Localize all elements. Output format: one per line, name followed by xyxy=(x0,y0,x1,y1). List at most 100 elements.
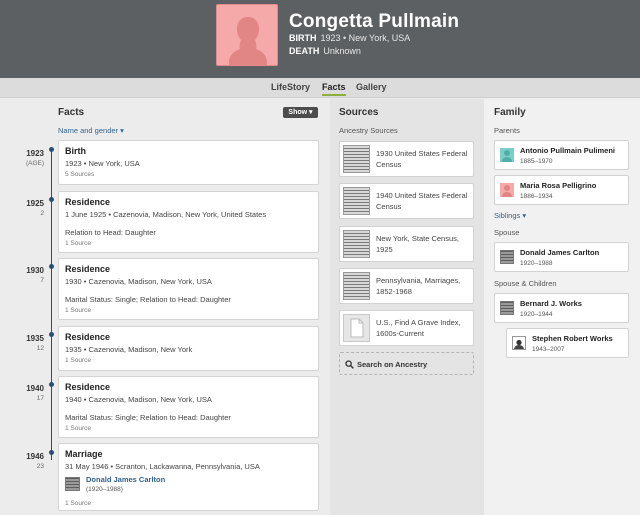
fact-card-residence[interactable]: Residence 1935 • Cazenovia, Madison, New… xyxy=(58,326,319,371)
fact-sources: 1 Source xyxy=(65,307,92,314)
spouse-dates: 1920–1944 xyxy=(520,311,553,318)
tab-gallery[interactable]: Gallery xyxy=(356,82,387,92)
spouse-dates: (1920–1988) xyxy=(86,486,123,493)
source-title: Pennsylvania, Marriages, 1852-1968 xyxy=(376,276,461,296)
timeline-marker xyxy=(49,450,54,455)
fact-extra: Relation to Head: Daughter xyxy=(65,228,156,237)
fact-detail: 1940 • Cazenovia, Madison, New York, USA xyxy=(65,395,212,404)
fact-extra: Marital Status: Single; Relation to Head… xyxy=(65,413,231,422)
spouse-name-link[interactable]: Donald James Carlton xyxy=(86,475,165,484)
source-title: U.S., Find A Grave Index, 1600s-Current xyxy=(376,318,461,338)
fact-title: Residence xyxy=(65,264,111,274)
source-card[interactable]: U.S., Find A Grave Index, 1600s-Current xyxy=(339,310,474,346)
fact-sources: 1 Source xyxy=(65,500,92,507)
spouse-and-children-label: Spouse & Children xyxy=(494,279,557,288)
show-label: Show xyxy=(288,109,308,116)
parent-name: Antonio Pullmain Pulimeni xyxy=(520,146,616,155)
source-card[interactable]: New York, State Census, 1925 xyxy=(339,226,474,262)
marriage-record-thumbnail xyxy=(343,272,370,300)
timeline-year: 1935 xyxy=(26,334,44,343)
page-icon xyxy=(350,318,364,338)
timeline-marker xyxy=(49,197,54,202)
siblings-label: Siblings xyxy=(494,211,521,220)
fact-card-residence[interactable]: Residence 1940 • Cazenovia, Madison, New… xyxy=(58,376,319,438)
fact-detail: 1923 • New York, USA xyxy=(65,159,140,168)
tab-facts[interactable]: Facts xyxy=(322,82,346,96)
fact-title: Residence xyxy=(65,382,111,392)
source-card[interactable]: Pennsylvania, Marriages, 1852-1968 xyxy=(339,268,474,304)
parent-card-mother[interactable]: Maria Rosa Pelligrino 1886–1934 xyxy=(494,175,629,205)
death-summary: DEATH Unknown xyxy=(289,46,361,56)
fact-detail: 31 May 1946 • Scranton, Lackawanna, Penn… xyxy=(65,462,260,471)
timeline-marker xyxy=(49,147,54,152)
timeline-year: 1930 xyxy=(26,266,44,275)
spouse-name: Bernard J. Works xyxy=(520,299,582,308)
spouse-name: Donald James Carlton xyxy=(520,248,600,257)
source-title: New York, State Census, 1925 xyxy=(376,234,459,254)
death-value: Unknown xyxy=(323,46,361,56)
child-name: Stephen Robert Works xyxy=(532,334,613,343)
timeline-age: 7 xyxy=(40,277,44,284)
marriage-spouse[interactable]: Donald James Carlton (1920–1988) xyxy=(65,475,312,497)
chevron-down-icon: ▾ xyxy=(120,126,124,135)
timeline-age: 12 xyxy=(36,345,44,352)
census-document-thumbnail xyxy=(343,145,370,173)
profile-photo-placeholder[interactable] xyxy=(216,4,278,66)
fact-card-marriage[interactable]: Marriage 31 May 1946 • Scranton, Lackawa… xyxy=(58,443,319,511)
tab-lifestory[interactable]: LifeStory xyxy=(271,82,310,92)
fact-title: Residence xyxy=(65,332,111,342)
name-and-gender-link[interactable]: Name and gender ▾ xyxy=(58,126,124,135)
timeline-age: (AGE) xyxy=(25,160,44,167)
family-title: Family xyxy=(494,107,526,118)
census-document-thumbnail xyxy=(343,187,370,215)
siblings-toggle[interactable]: Siblings ▾ xyxy=(494,211,526,220)
show-dropdown-button[interactable]: Show ▾ xyxy=(283,107,318,118)
fact-sources: 5 Sources xyxy=(65,171,95,178)
fact-detail: 1935 • Cazenovia, Madison, New York xyxy=(65,345,193,354)
birth-value: 1923 • New York, USA xyxy=(320,33,411,43)
timeline-year: 1923 xyxy=(26,149,44,158)
person-name: Congetta Pullmain xyxy=(289,11,460,32)
profile-tabs: LifeStory Facts Gallery xyxy=(0,78,640,98)
source-card[interactable]: 1940 United States Federal Census xyxy=(339,183,474,219)
timeline-marker xyxy=(49,264,54,269)
fact-card-birth[interactable]: Birth 1923 • New York, USA 5 Sources xyxy=(58,140,319,185)
spouse-photo xyxy=(500,250,514,264)
parent-name: Maria Rosa Pelligrino xyxy=(520,181,597,190)
spouse-card[interactable]: Bernard J. Works 1920–1944 xyxy=(494,293,629,323)
spouse-dates: 1920–1988 xyxy=(520,260,553,267)
source-title: 1940 United States Federal Census xyxy=(376,191,468,211)
blank-page-icon xyxy=(343,314,370,342)
chevron-down-icon: ▾ xyxy=(309,109,313,116)
fact-title: Marriage xyxy=(65,449,103,459)
fact-card-residence[interactable]: Residence 1930 • Cazenovia, Madison, New… xyxy=(58,258,319,320)
spouse-photo xyxy=(500,301,514,315)
parent-dates: 1885–1970 xyxy=(520,158,553,165)
female-silhouette-icon xyxy=(500,183,514,197)
fact-sources: 1 Source xyxy=(65,357,92,364)
chevron-down-icon: ▾ xyxy=(522,211,527,220)
male-silhouette-icon xyxy=(500,148,514,162)
search-on-ancestry-button[interactable]: Search on Ancestry xyxy=(339,352,474,375)
birth-label: BIRTH xyxy=(289,33,317,43)
fact-detail: 1930 • Cazenovia, Madison, New York, USA xyxy=(65,277,212,286)
death-label: DEATH xyxy=(289,46,320,56)
fact-card-residence[interactable]: Residence 1 June 1925 • Cazenovia, Madis… xyxy=(58,191,319,253)
female-silhouette-icon xyxy=(229,17,267,65)
timeline-age: 23 xyxy=(36,463,44,470)
fact-title: Birth xyxy=(65,146,86,156)
fact-detail: 1 June 1925 • Cazenovia, Madison, New Yo… xyxy=(65,210,267,219)
parent-card-father[interactable]: Antonio Pullmain Pulimeni 1885–1970 xyxy=(494,140,629,170)
source-card[interactable]: 1930 United States Federal Census xyxy=(339,141,474,177)
parents-label: Parents xyxy=(494,126,520,135)
ancestry-sources-label: Ancestry Sources xyxy=(339,126,398,135)
spouse-photo xyxy=(65,477,80,491)
spouse-card[interactable]: Donald James Carlton 1920–1988 xyxy=(494,242,629,272)
timeline-age: 2 xyxy=(40,210,44,217)
fact-title: Residence xyxy=(65,197,111,207)
birth-summary: BIRTH 1923 • New York, USA xyxy=(289,33,410,43)
timeline-marker xyxy=(49,332,54,337)
child-card[interactable]: Stephen Robert Works 1943–2007 xyxy=(506,328,629,358)
timeline-marker xyxy=(49,382,54,387)
timeline-year: 1925 xyxy=(26,199,44,208)
